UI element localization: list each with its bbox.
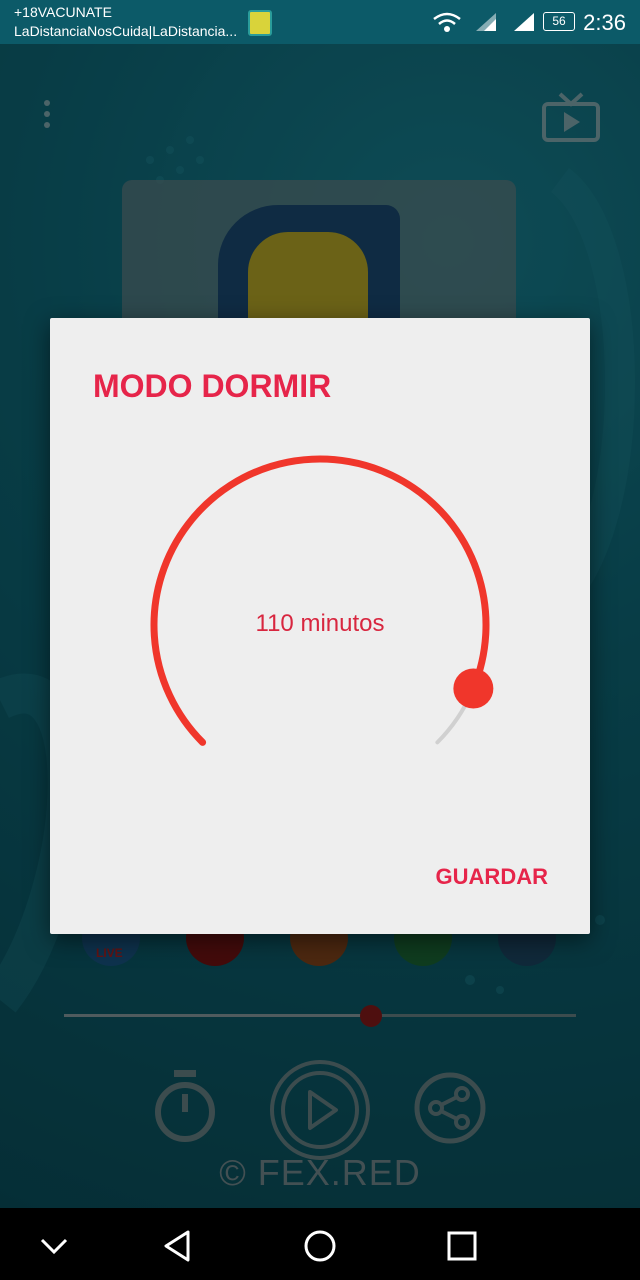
dialog-title: MODO DORMIR [93, 368, 332, 404]
app-notification-icon [248, 10, 272, 36]
save-button[interactable]: GUARDAR [436, 864, 548, 890]
notification-text: LaDistanciaNosCuida|LaDistancia... [14, 23, 238, 39]
signal-icon-2 [514, 13, 534, 31]
dial-track [152, 457, 488, 745]
navigation-bar [0, 1208, 640, 1280]
home-icon[interactable] [300, 1226, 340, 1266]
battery-icon: 56 [543, 12, 575, 31]
clock: 2:36 [583, 10, 626, 35]
wifi-icon [433, 12, 461, 32]
status-bar: +18VACUNATE LaDistanciaNosCuida|LaDistan… [0, 0, 640, 44]
timer-value-label: 110 minutos [255, 610, 385, 637]
sleep-mode-dialog: MODO DORMIR 110 minutos GUARDAR [50, 318, 590, 934]
dial-progress [150, 455, 490, 746]
notification-title: +18VACUNATE [14, 4, 112, 20]
dial-thumb[interactable] [453, 668, 494, 709]
recents-icon[interactable] [442, 1226, 482, 1266]
back-icon[interactable] [158, 1226, 198, 1266]
signal-icon [476, 13, 496, 31]
chevron-down-icon[interactable] [34, 1226, 74, 1266]
